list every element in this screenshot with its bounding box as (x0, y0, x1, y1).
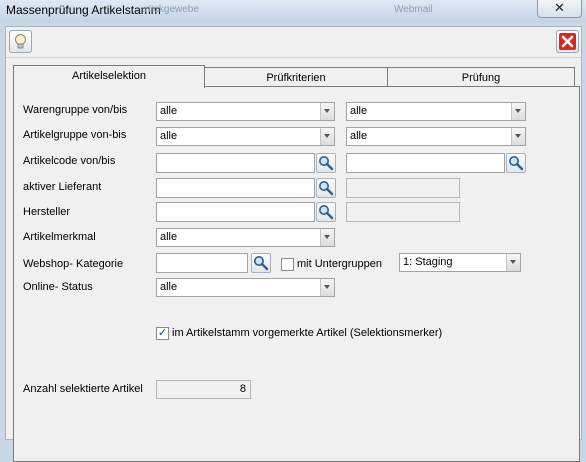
background-window-text: …rückgewebe (135, 4, 199, 15)
artikelgruppe-to-select[interactable]: alle (346, 127, 526, 146)
red-x-icon (559, 33, 576, 50)
artikelcode-from-input[interactable] (156, 153, 315, 173)
warengruppe-from-select[interactable]: alle (156, 102, 335, 121)
webshop-kategorie-search-button[interactable] (251, 253, 271, 273)
artikelcode-to-search-button[interactable] (506, 153, 526, 173)
magnifier-icon (319, 181, 334, 196)
window-close-button[interactable]: ✕ (537, 0, 582, 18)
online-status-label: Online- Status (23, 281, 93, 293)
hersteller-search-button[interactable] (316, 202, 336, 222)
chevron-down-icon (511, 103, 525, 120)
lieferant-input[interactable] (156, 178, 315, 198)
title-bar: Massenprüfung Artikelstamm …rückgewebe W… (0, 0, 586, 22)
staging-select[interactable]: 1: Staging (399, 253, 521, 272)
online-status-select[interactable]: alle (156, 278, 335, 297)
lightbulb-icon (15, 34, 26, 49)
hersteller-display-field (346, 202, 460, 222)
artikelmerkmal-select[interactable]: alle (156, 228, 335, 247)
background-window-text-2: Webmail (394, 4, 433, 15)
chevron-down-icon (320, 103, 334, 120)
hersteller-input[interactable] (156, 202, 315, 222)
tab-pruefkriterien[interactable]: Prüfkriterien (202, 67, 390, 88)
lieferant-label: aktiver Lieferant (23, 181, 102, 193)
untergruppen-checkbox[interactable] (281, 258, 294, 271)
warengruppe-label: Warengruppe von/bis (23, 104, 128, 116)
magnifier-icon (509, 156, 524, 171)
magnifier-icon (254, 256, 269, 271)
artikelmerkmal-label: Artikelmerkmal (23, 231, 96, 243)
artikelgruppe-from-select[interactable]: alle (156, 127, 335, 146)
anzahl-field: 8 (156, 380, 251, 399)
hersteller-label: Hersteller (23, 206, 71, 218)
chevron-down-icon (506, 254, 520, 271)
webshop-kategorie-label: Webshop- Kategorie (23, 258, 124, 270)
selektionsmerker-label: im Artikelstamm vorgemerkte Artikel (Sel… (172, 327, 443, 339)
chevron-down-icon (320, 128, 334, 145)
magnifier-icon (319, 205, 334, 220)
tab-pruefung[interactable]: Prüfung (387, 67, 575, 88)
close-icon: ✕ (554, 0, 565, 15)
webshop-kategorie-input[interactable] (156, 253, 248, 273)
lieferant-search-button[interactable] (316, 178, 336, 198)
selektionsmerker-checkbox[interactable]: ✓ (156, 327, 169, 340)
chevron-down-icon (320, 229, 334, 246)
help-button[interactable] (9, 30, 32, 53)
warengruppe-to-select[interactable]: alle (346, 102, 526, 121)
tab-artikelselektion[interactable]: Artikelselektion (13, 65, 205, 88)
magnifier-icon (319, 156, 334, 171)
anzahl-label: Anzahl selektierte Artikel (23, 383, 143, 395)
chevron-down-icon (511, 128, 525, 145)
artikelcode-to-input[interactable] (346, 153, 505, 173)
artikelcode-label: Artikelcode von/bis (23, 155, 116, 167)
chevron-down-icon (320, 279, 334, 296)
artikelgruppe-label: Artikelgruppe von-bis (23, 129, 127, 141)
untergruppen-label: mit Untergruppen (297, 258, 382, 270)
lieferant-display-field (346, 178, 460, 198)
close-dialog-button[interactable] (556, 30, 579, 53)
toolbar (6, 27, 581, 58)
artikelcode-from-search-button[interactable] (316, 153, 336, 173)
anzahl-value: 8 (239, 383, 246, 395)
